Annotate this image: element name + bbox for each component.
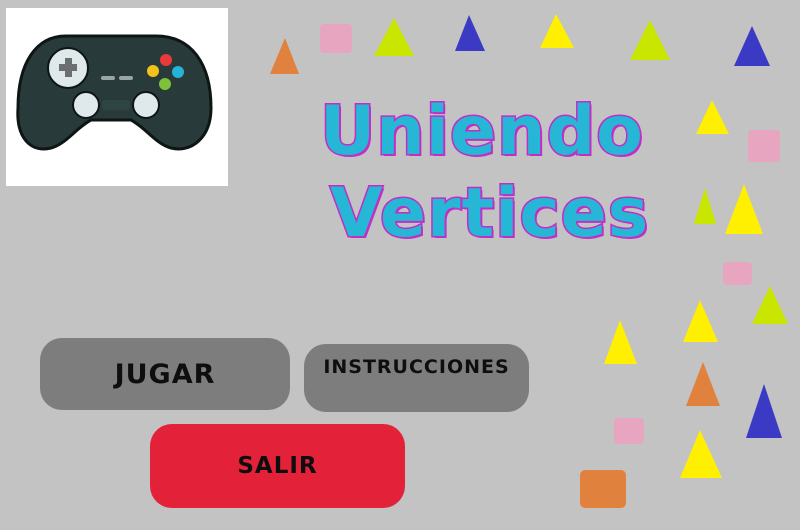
- blue-triangle: [734, 26, 770, 66]
- lime-triangle: [630, 20, 670, 60]
- pink-square: [320, 24, 352, 53]
- blue-triangle: [455, 15, 485, 51]
- game-title-line-2: Vertices: [329, 173, 650, 255]
- yellow-triangle: [680, 430, 722, 478]
- yellow-triangle: [540, 14, 574, 48]
- orange-square: [580, 470, 626, 508]
- orange-triangle: [270, 38, 299, 74]
- game-title-line-1: Uniendo: [319, 91, 645, 173]
- pink-square: [723, 262, 752, 285]
- gamepad-logo: [6, 8, 228, 186]
- yellow-triangle: [725, 184, 763, 234]
- yellow-triangle: [604, 320, 637, 364]
- pink-square: [748, 130, 780, 162]
- play-button[interactable]: JUGAR: [40, 338, 290, 410]
- orange-triangle: [686, 362, 720, 406]
- exit-button[interactable]: SALIR: [150, 424, 405, 508]
- yellow-triangle: [683, 300, 718, 342]
- lime-triangle: [374, 18, 414, 56]
- lime-triangle: [752, 286, 788, 324]
- pink-square: [614, 418, 644, 444]
- lime-triangle: [694, 188, 716, 224]
- yellow-triangle: [696, 100, 729, 134]
- instructions-button[interactable]: INSTRUCCIONES: [304, 344, 529, 412]
- gamepad-icon: [16, 34, 213, 151]
- blue-triangle: [746, 384, 782, 438]
